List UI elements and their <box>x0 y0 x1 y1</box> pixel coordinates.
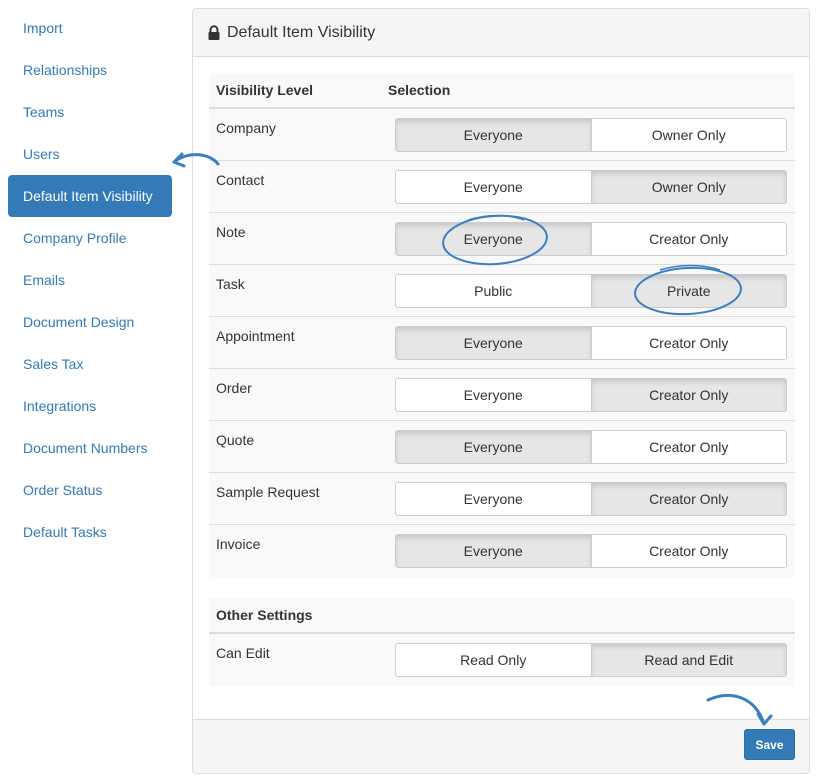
sidebar-item-default-item-visibility[interactable]: Default Item Visibility <box>8 175 172 217</box>
sidebar-item-import[interactable]: Import <box>8 7 172 49</box>
sidebar-item-users[interactable]: Users <box>8 133 172 175</box>
visibility-row-task: Task Public Private <box>209 265 795 317</box>
panel-title: Default Item Visibility <box>227 23 376 41</box>
segmented-toggle-can-edit: Read Only Read and Edit <box>395 643 787 677</box>
option-everyone-button[interactable]: Everyone <box>396 171 591 203</box>
sidebar-item-sales-tax[interactable]: Sales Tax <box>8 343 172 385</box>
sidebar-item-emails[interactable]: Emails <box>8 259 172 301</box>
other-settings-title: Other Settings <box>216 607 313 623</box>
option-owner-only-button[interactable]: Owner Only <box>590 119 786 151</box>
option-private-button[interactable]: Private <box>590 275 786 307</box>
save-button[interactable]: Save <box>744 729 795 760</box>
option-public-button[interactable]: Public <box>396 275 591 307</box>
visibility-row-quote: Quote Everyone Creator Only <box>209 421 795 473</box>
sidebar-item-teams[interactable]: Teams <box>8 91 172 133</box>
visibility-row-note: Note Everyone Creator Only <box>209 213 795 265</box>
option-creator-only-button[interactable]: Creator Only <box>590 379 786 411</box>
row-label: Contact <box>216 172 265 188</box>
sidebar-item-document-design[interactable]: Document Design <box>8 301 172 343</box>
other-settings-header: Other Settings <box>209 598 795 634</box>
visibility-panel: Default Item Visibility Visibility Level… <box>192 8 810 774</box>
sidebar-item-relationships[interactable]: Relationships <box>8 49 172 91</box>
option-everyone-button[interactable]: Everyone <box>396 483 591 515</box>
sidebar-item-order-status[interactable]: Order Status <box>8 469 172 511</box>
option-everyone-button[interactable]: Everyone <box>396 119 591 151</box>
other-settings-table: Other Settings Can Edit Read Only Read and… <box>209 598 795 686</box>
segmented-toggle-task: Public Private <box>395 274 787 308</box>
sidebar-item-company-profile[interactable]: Company Profile <box>8 217 172 259</box>
option-creator-only-button[interactable]: Creator Only <box>590 431 786 463</box>
segmented-toggle-quote: Everyone Creator Only <box>395 430 787 464</box>
row-label: Order <box>216 380 252 396</box>
row-label: Sample Request <box>216 484 320 500</box>
row-label: Invoice <box>216 536 261 552</box>
column-header-selection: Selection <box>388 82 451 98</box>
table-header: Visibility Level Selection <box>209 73 795 109</box>
sidebar-item-default-tasks[interactable]: Default Tasks <box>8 511 172 553</box>
visibility-row-order: Order Everyone Creator Only <box>209 369 795 421</box>
segmented-toggle-sample-request: Everyone Creator Only <box>395 482 787 516</box>
option-everyone-button[interactable]: Everyone <box>396 379 591 411</box>
option-everyone-button[interactable]: Everyone <box>396 535 591 567</box>
row-label: Quote <box>216 432 255 448</box>
option-creator-only-button[interactable]: Creator Only <box>590 327 786 359</box>
option-read-and-edit-button[interactable]: Read and Edit <box>590 644 786 676</box>
panel-heading: Default Item Visibility <box>193 9 809 57</box>
visibility-row-invoice: Invoice Everyone Creator Only <box>209 525 795 577</box>
segmented-toggle-company: Everyone Owner Only <box>395 118 787 152</box>
option-everyone-button[interactable]: Everyone <box>396 223 591 255</box>
segmented-toggle-contact: Everyone Owner Only <box>395 170 787 204</box>
segmented-toggle-invoice: Everyone Creator Only <box>395 534 787 568</box>
option-everyone-button[interactable]: Everyone <box>396 327 591 359</box>
panel-footer: Save <box>193 719 809 773</box>
segmented-toggle-note: Everyone Creator Only <box>395 222 787 256</box>
lock-icon <box>208 24 220 40</box>
option-owner-only-button[interactable]: Owner Only <box>590 171 786 203</box>
row-label: Can Edit <box>216 645 270 661</box>
row-label: Appointment <box>216 328 295 344</box>
sidebar-item-document-numbers[interactable]: Document Numbers <box>8 427 172 469</box>
option-creator-only-button[interactable]: Creator Only <box>590 535 786 567</box>
row-label: Note <box>216 224 246 240</box>
row-label: Company <box>216 120 276 136</box>
option-creator-only-button[interactable]: Creator Only <box>590 483 786 515</box>
visibility-table: Visibility Level Selection Company Everyo… <box>209 73 795 577</box>
segmented-toggle-appointment: Everyone Creator Only <box>395 326 787 360</box>
visibility-row-can-edit: Can Edit Read Only Read and Edit <box>209 634 795 686</box>
option-read-only-button[interactable]: Read Only <box>396 644 591 676</box>
segmented-toggle-order: Everyone Creator Only <box>395 378 787 412</box>
sidebar-item-integrations[interactable]: Integrations <box>8 385 172 427</box>
option-everyone-button[interactable]: Everyone <box>396 431 591 463</box>
visibility-row-contact: Contact Everyone Owner Only <box>209 161 795 213</box>
visibility-row-sample-request: Sample Request Everyone Creator Only <box>209 473 795 525</box>
visibility-row-company: Company Everyone Owner Only <box>209 109 795 161</box>
option-creator-only-button[interactable]: Creator Only <box>590 223 786 255</box>
row-label: Task <box>216 276 245 292</box>
column-header-visibility-level: Visibility Level <box>216 82 314 98</box>
settings-sidebar: Import Relationships Teams Users Default… <box>8 7 172 553</box>
visibility-row-appointment: Appointment Everyone Creator Only <box>209 317 795 369</box>
